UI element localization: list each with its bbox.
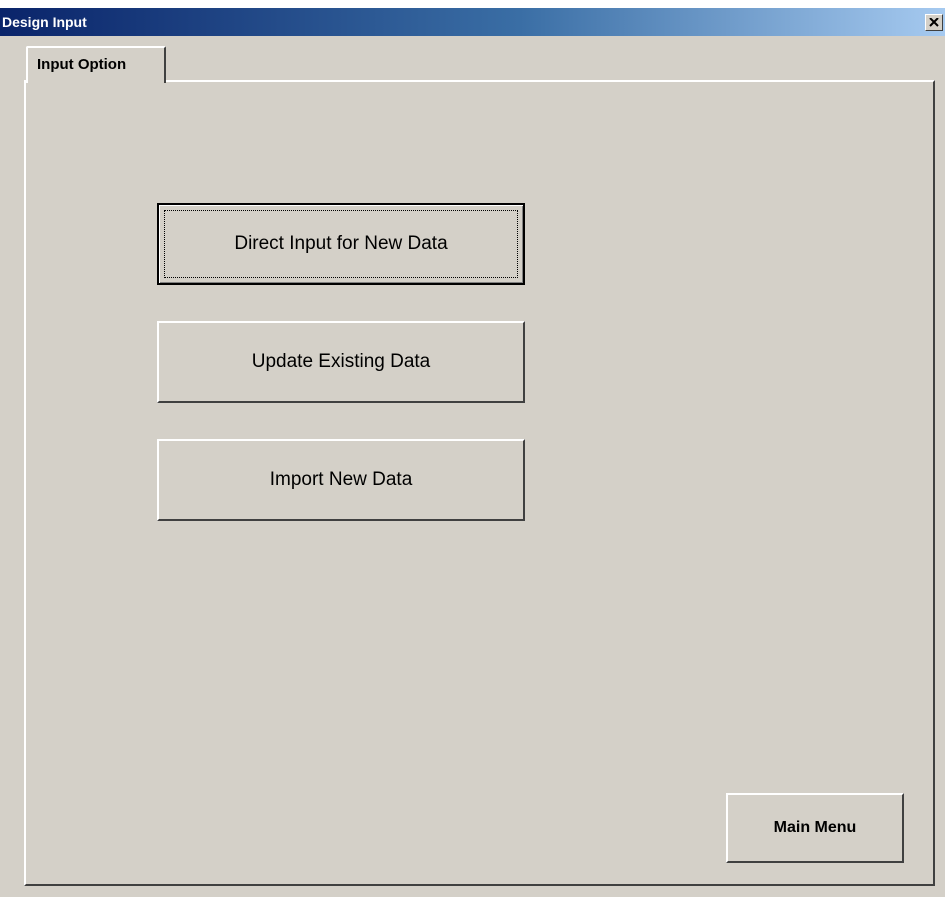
- design-input-window: Design Input Input Option Direct Input f…: [0, 0, 945, 897]
- window-title: Design Input: [2, 14, 87, 30]
- update-existing-button[interactable]: Update Existing Data: [157, 321, 525, 403]
- tab-input-option-label: Input Option: [37, 56, 127, 73]
- update-existing-label: Update Existing Data: [251, 351, 431, 372]
- close-icon: [929, 18, 939, 27]
- tab-input-option[interactable]: Input Option: [26, 46, 166, 83]
- titlebar-margin: [0, 0, 945, 8]
- direct-input-button[interactable]: Direct Input for New Data: [157, 203, 525, 285]
- close-button[interactable]: [925, 14, 943, 31]
- title-bar[interactable]: Design Input: [0, 8, 945, 36]
- import-new-label: Import New Data: [269, 469, 413, 490]
- main-menu-label: Main Menu: [773, 819, 857, 836]
- main-menu-button[interactable]: Main Menu: [726, 793, 904, 863]
- direct-input-label: Direct Input for New Data: [234, 233, 448, 254]
- import-new-button[interactable]: Import New Data: [157, 439, 525, 521]
